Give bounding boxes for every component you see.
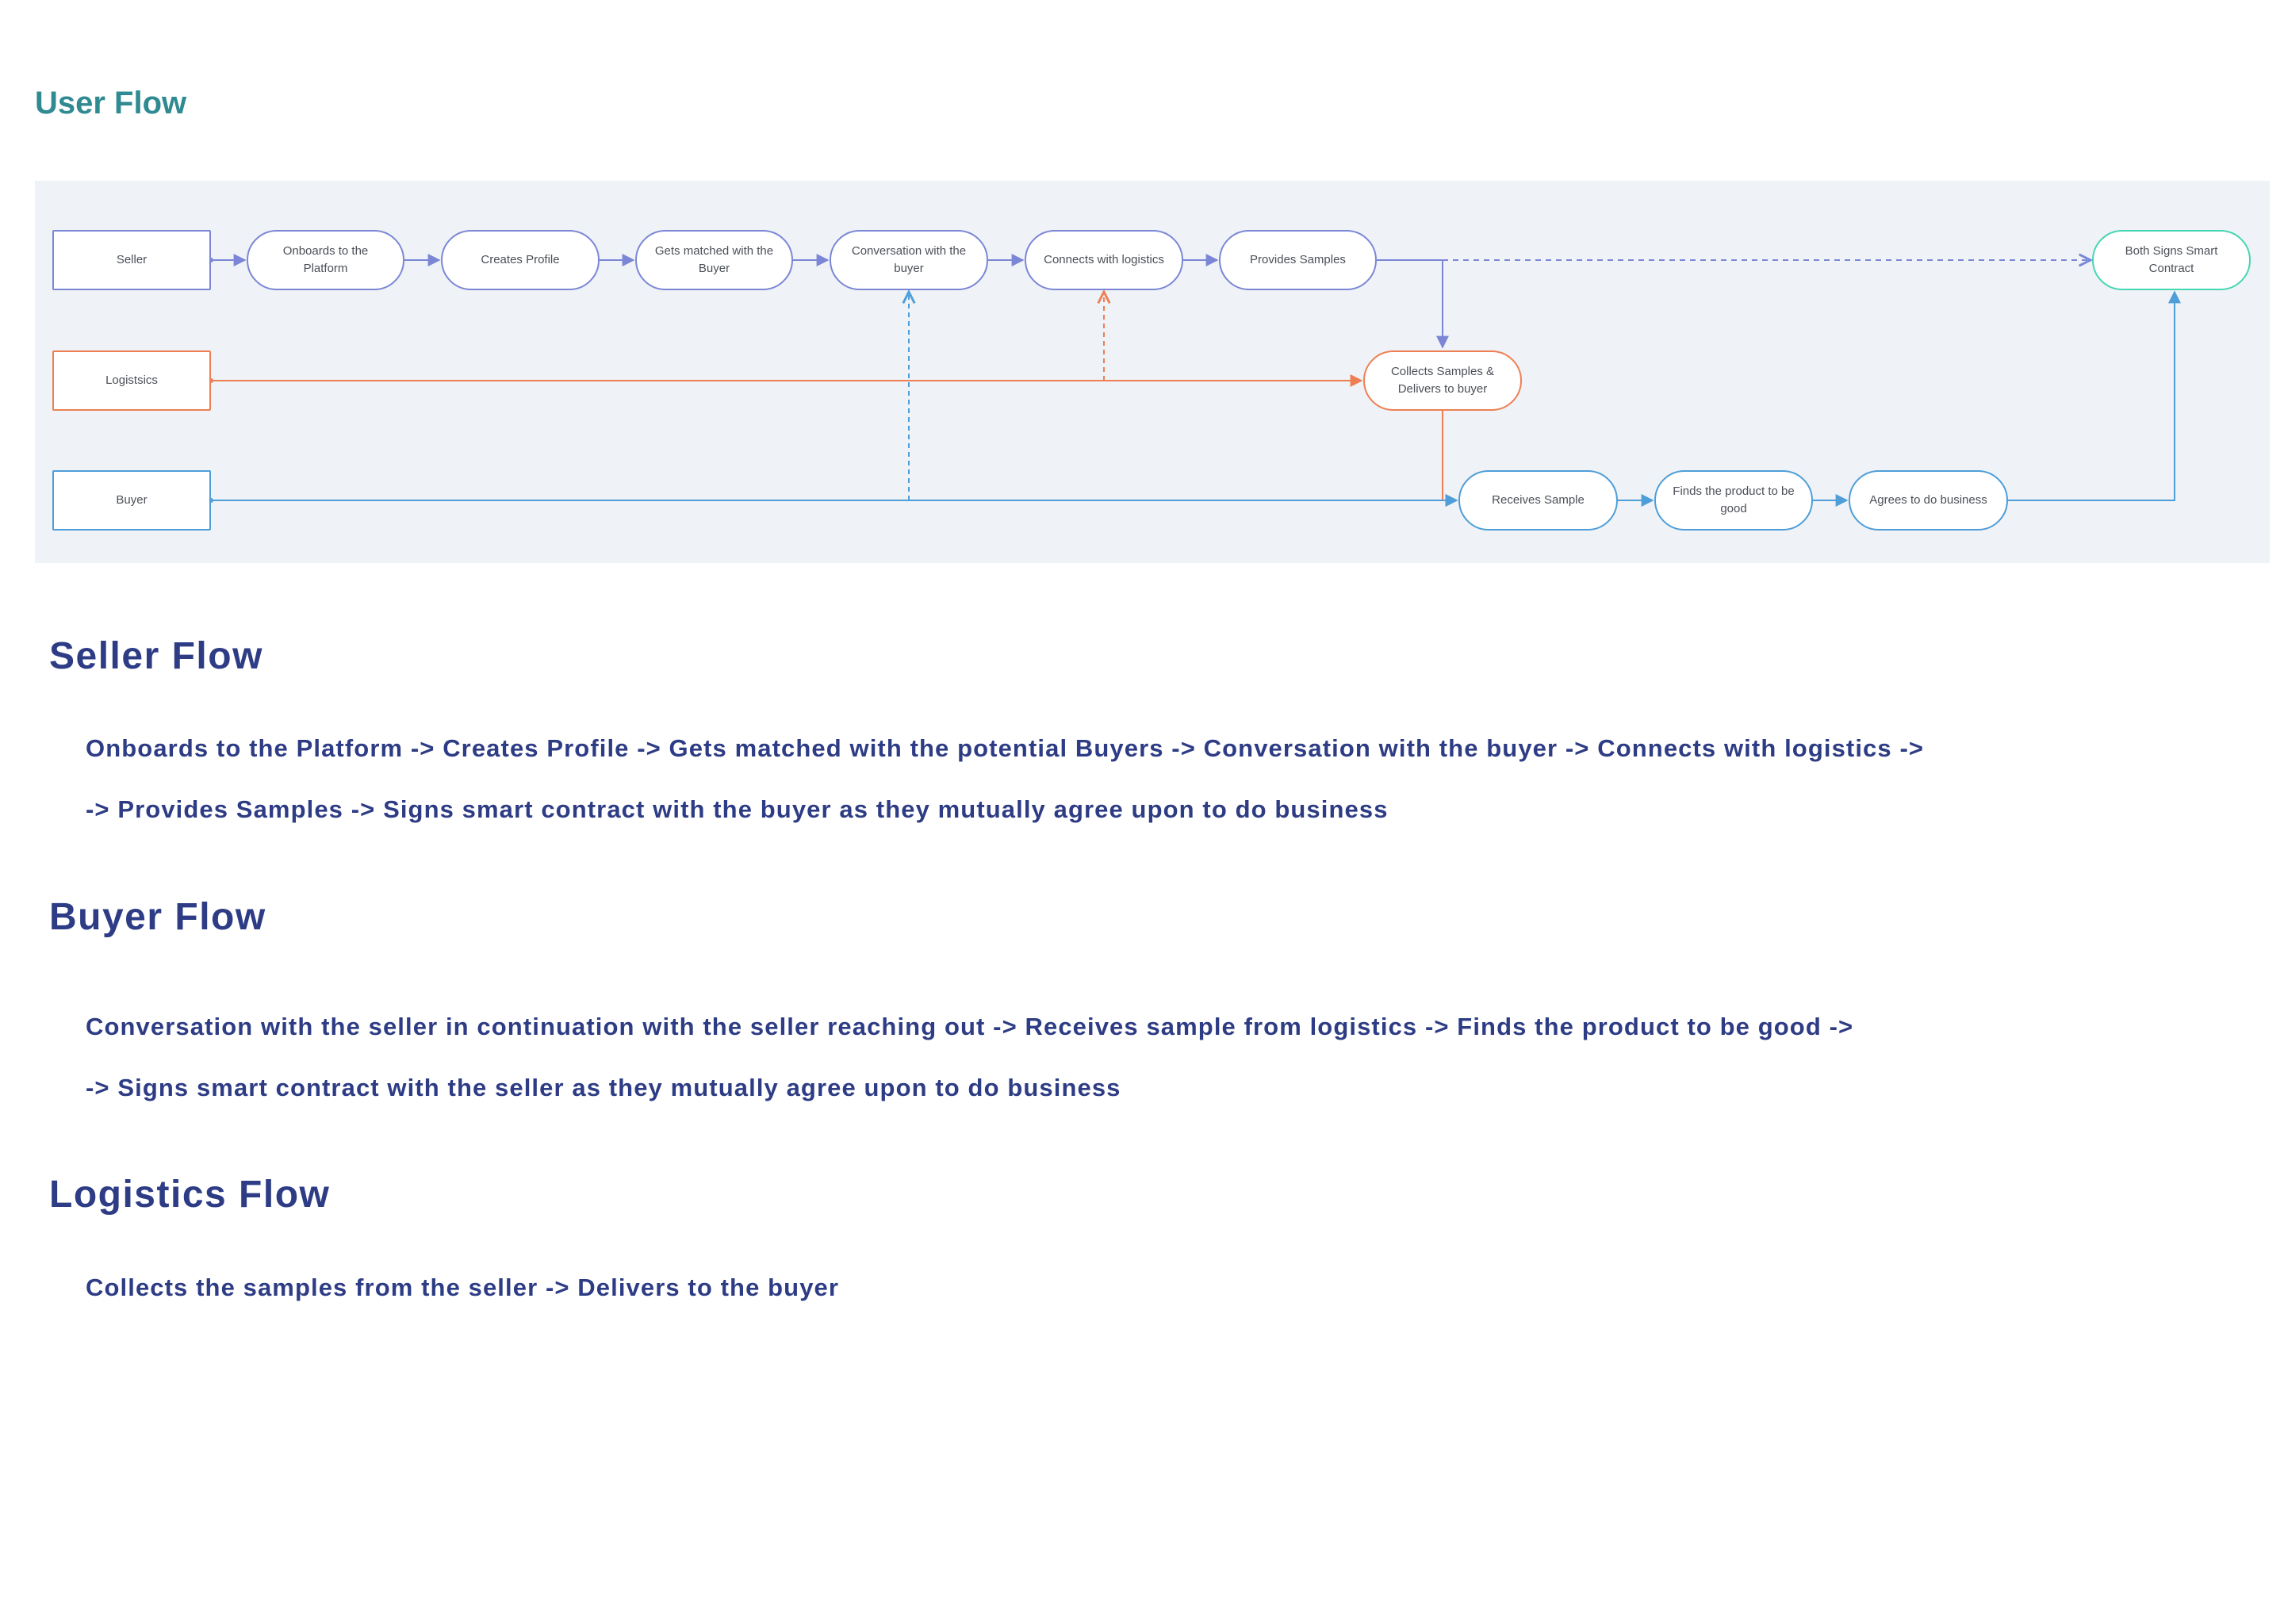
step-receives-sample: Receives Sample [1458,470,1618,530]
step-agrees: Agrees to do business [1849,470,2008,530]
logistics-lane-connectors [211,292,1458,507]
step-connects-logistics: Connects with logistics [1025,230,1183,290]
step-gets-matched: Gets matched with the Buyer [635,230,793,290]
lane-buyer-label: Buyer [116,493,148,507]
step-onboards-label: Onboards to the Platform [282,244,369,275]
buyer-flow-line-2: -> Signs smart contract with the seller … [86,1074,1121,1101]
step-connects-logistics-label: Connects with logistics [1044,253,1164,266]
seller-flow-line-1: Onboards to the Platform -> Creates Prof… [86,734,1925,762]
lane-seller-label: Seller [116,253,148,266]
lane-logistics: Logistsics [52,350,211,411]
lane-buyer: Buyer [52,470,211,530]
seller-flow-heading: Seller Flow [49,635,263,677]
step-finds-good: Finds the product to be good [1654,470,1813,530]
buyer-flow-heading: Buyer Flow [49,896,266,938]
step-creates-profile-label: Creates Profile [481,253,560,266]
logistics-flow-line-1: Collects the samples from the seller -> … [86,1274,840,1301]
step-both-signs-contract-label: Both Signs Smart Contract [2125,244,2218,275]
step-conversation-label: Conversation with the buyer [851,244,967,275]
logistics-flow-heading: Logistics Flow [49,1174,331,1216]
user-flow-diagram: Seller Logistsics Buyer Onboards to the … [35,181,2270,563]
step-conversation: Conversation with the buyer [830,230,988,290]
lane-logistics-label: Logistsics [105,373,158,387]
step-creates-profile: Creates Profile [441,230,600,290]
buyer-flow-line-1: Conversation with the seller in continua… [86,1013,1854,1040]
step-collects-delivers-label: Collects Samples & Delivers to buyer [1390,365,1495,396]
step-collects-delivers: Collects Samples & Delivers to buyer [1363,350,1522,411]
step-both-signs-contract: Both Signs Smart Contract [2092,230,2251,290]
step-provides-samples-label: Provides Samples [1250,253,1346,266]
step-onboards: Onboards to the Platform [247,230,404,290]
buyer-lane-connectors [211,290,2181,507]
step-receives-sample-label: Receives Sample [1492,493,1585,507]
lane-seller: Seller [52,230,211,290]
step-provides-samples: Provides Samples [1219,230,1377,290]
step-finds-good-label: Finds the product to be good [1673,485,1795,515]
step-gets-matched-label: Gets matched with the Buyer [654,244,774,275]
agrees-to-contract-arrow [2008,290,2181,501]
seller-flow-line-2: -> Provides Samples -> Signs smart contr… [86,795,1389,823]
collects-to-receives-arrow [1442,411,1458,507]
step-agrees-label: Agrees to do business [1869,493,1987,507]
page-title: User Flow [35,86,187,121]
samples-to-collects-arrow [1377,259,1449,349]
